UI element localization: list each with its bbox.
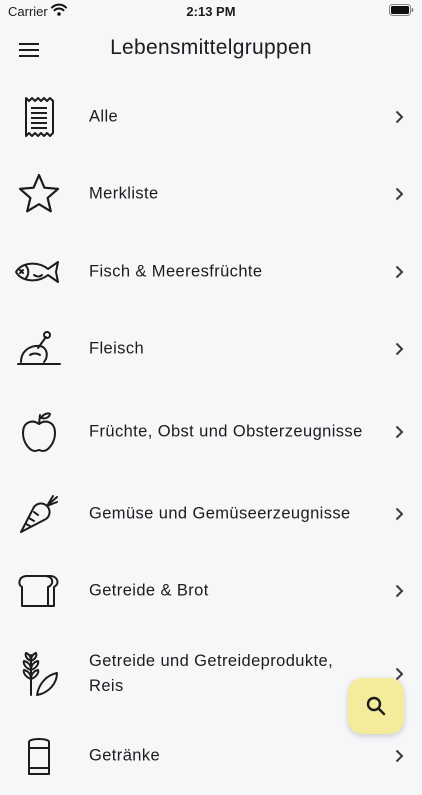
- category-row-merkliste[interactable]: Merkliste: [0, 156, 422, 234]
- category-label: Fisch & Meeresfrüchte: [89, 262, 263, 281]
- search-icon: [366, 696, 386, 716]
- star-icon: [18, 174, 60, 213]
- chevron-right-icon: [395, 507, 403, 520]
- category-label: Getreide & Brot: [89, 581, 209, 600]
- category-label: Getreide und Getreideprodukte, Reis: [89, 651, 334, 695]
- roast-chicken-icon: [17, 331, 61, 366]
- chevron-right-icon: [395, 749, 403, 762]
- category-label: Gemüse und Gemüseerzeugnisse: [89, 504, 351, 523]
- status-bar: Carrier 2:13 PM: [0, 0, 422, 22]
- chevron-right-icon: [395, 188, 403, 201]
- category-row-gemuese[interactable]: Gemüse und Gemüseerzeugnisse: [0, 475, 422, 553]
- category-row-alle[interactable]: Alle: [0, 78, 422, 156]
- search-button[interactable]: [348, 678, 404, 734]
- category-row-getreide-brot[interactable]: Getreide & Brot: [0, 553, 422, 631]
- category-row-fisch[interactable]: Fisch & Meeresfrüchte: [0, 233, 422, 311]
- category-label: Getränke: [89, 746, 161, 765]
- category-row-fleisch[interactable]: Fleisch: [0, 311, 422, 389]
- page-title: Lebensmittelgruppen: [110, 36, 312, 59]
- chevron-right-icon: [395, 343, 403, 356]
- category-label: Früchte, Obst und Obsterzeugnisse: [89, 422, 363, 440]
- can-icon: [28, 737, 50, 775]
- clock: 2:13 PM: [186, 4, 236, 19]
- category-row-fruechte[interactable]: Früchte, Obst und Obsterzeugnisse: [0, 388, 422, 475]
- battery-icon: [389, 4, 414, 16]
- apple-icon: [22, 412, 56, 452]
- chevron-right-icon: [395, 425, 403, 438]
- chevron-right-icon: [395, 110, 403, 123]
- grain-icon: [22, 651, 58, 696]
- fish-icon: [15, 260, 59, 283]
- document-list-icon: [25, 96, 54, 137]
- chevron-right-icon: [395, 585, 403, 598]
- category-label: Fleisch: [89, 339, 145, 358]
- category-label: Merkliste: [89, 184, 159, 203]
- app-header: Lebensmittelgruppen: [0, 22, 422, 78]
- category-label: Alle: [89, 107, 119, 126]
- carrot-icon: [20, 494, 58, 533]
- bread-icon: [18, 575, 59, 608]
- chevron-right-icon: [395, 265, 403, 278]
